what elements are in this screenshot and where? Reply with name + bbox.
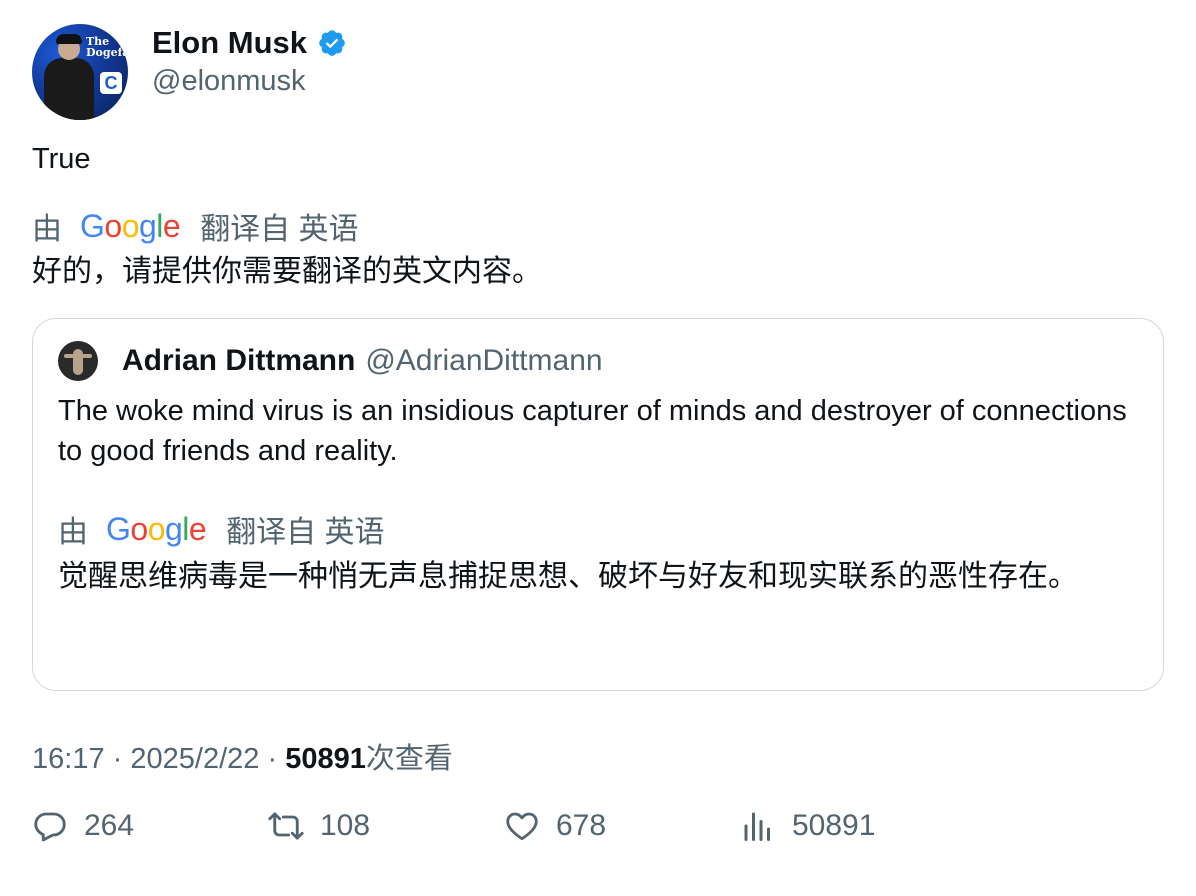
retweet-button[interactable]: 108 — [268, 804, 370, 848]
views-action-count: 50891 — [792, 809, 876, 842]
reply-count: 264 — [84, 809, 135, 842]
action-bar: 264 108 678 50891 — [32, 804, 1164, 848]
like-button[interactable]: 678 — [504, 804, 606, 848]
retweet-count: 108 — [320, 809, 371, 842]
retweet-icon — [268, 812, 304, 840]
reply-button[interactable]: 264 — [32, 804, 134, 848]
reply-icon — [34, 812, 66, 842]
views-button[interactable]: 50891 — [740, 804, 875, 848]
action-layer: 264 108 678 50891 — [32, 0, 1164, 896]
like-count: 678 — [556, 809, 607, 842]
analytics-icon — [744, 812, 770, 841]
heart-icon — [506, 812, 538, 841]
